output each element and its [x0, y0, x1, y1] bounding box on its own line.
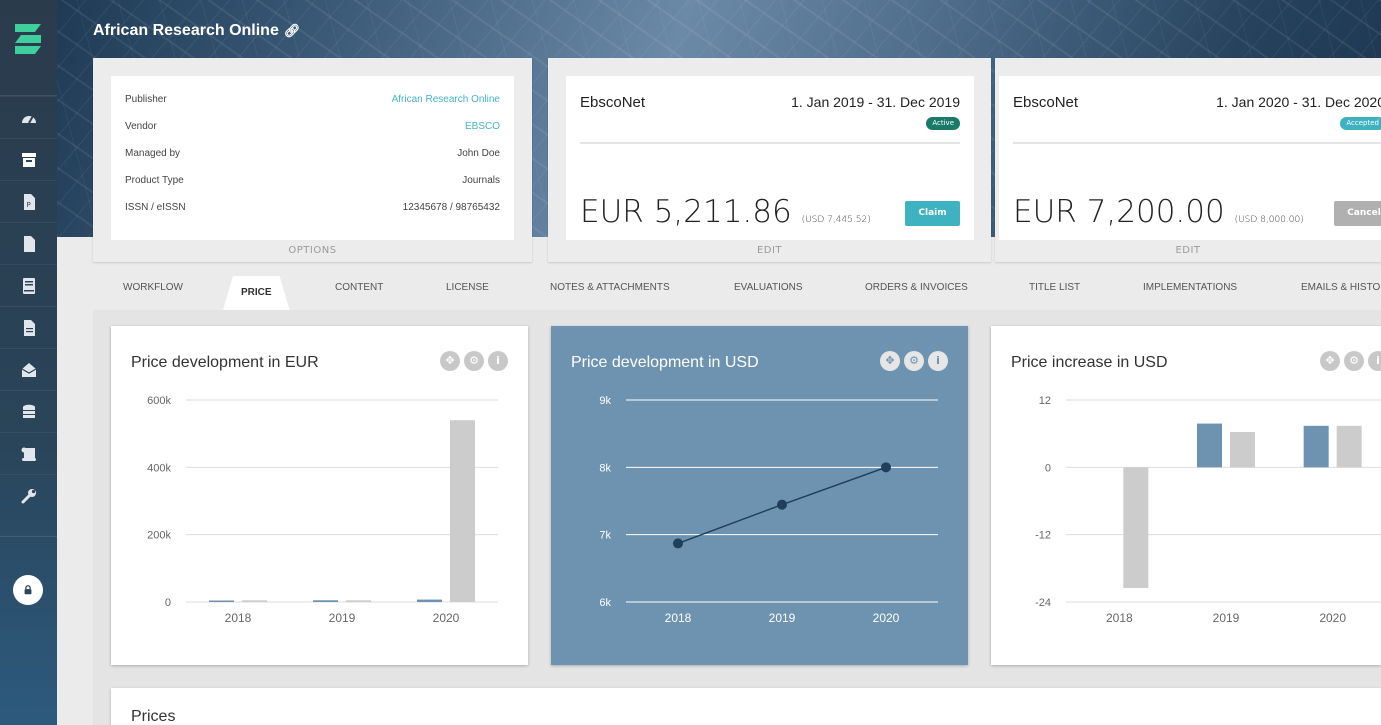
info-row-issn: ISSN / eISSN 12345678 / 98765432 — [125, 202, 500, 213]
y-tick-label: -24 — [1035, 597, 1051, 609]
envelope-open-icon[interactable] — [0, 348, 57, 390]
tab-bar: WORKFLOW PRICE CONTENT LICENSE NOTES & A… — [93, 276, 1381, 310]
tab-implementations[interactable]: IMPLEMENTATIONS — [1143, 282, 1237, 293]
y-tick-label: 400k — [147, 462, 171, 474]
svg-text:P: P — [26, 201, 30, 209]
contract-price: EUR 7,200.00 (USD 8,000.00) — [1013, 194, 1304, 230]
contract-price: EUR 5,211.86 (USD 7,445.52) — [580, 194, 871, 230]
x-tick-label: 2019 — [1213, 611, 1240, 625]
tab-license[interactable]: LICENSE — [446, 282, 489, 293]
tab-notes-attachments[interactable]: NOTES & ATTACHMENTS — [550, 282, 670, 293]
info-row-managed-by: Managed by John Doe — [125, 148, 500, 159]
bar — [1123, 467, 1149, 588]
publisher-link[interactable]: African Research Online — [392, 94, 500, 105]
scroll-icon[interactable] — [0, 432, 57, 474]
contract-panel-2019: EbscoNet 1. Jan 2019 - 31. Dec 2019 Acti… — [548, 58, 991, 262]
document-p-icon[interactable]: P — [0, 180, 57, 222]
tab-evaluations[interactable]: EVALUATIONS — [734, 282, 803, 293]
bar — [450, 420, 475, 602]
chart-card-price-usd: Price development in USD ✥ ⚙ i 6k 7k 8k 9k 201… — [551, 326, 968, 665]
tab-orders-invoices[interactable]: ORDERS & INVOICES — [865, 282, 968, 293]
options-button[interactable]: OPTIONS — [93, 240, 532, 262]
x-tick-label: 2018 — [665, 611, 692, 625]
tab-emails-history[interactable]: EMAILS & HISTORY — [1301, 282, 1381, 293]
bar — [346, 600, 371, 602]
data-point — [777, 499, 787, 510]
sidebar: P — [0, 0, 57, 725]
bar — [1336, 425, 1362, 468]
bar — [209, 600, 234, 602]
x-tick-label: 2019 — [769, 611, 796, 625]
contract-vendor: EbscoNet — [1013, 94, 1079, 111]
contract-panel-2020: EbscoNet 1. Jan 2020 - 31. Dec 2020 Acce… — [995, 58, 1381, 262]
bar — [242, 600, 267, 602]
y-tick-label: 200k — [147, 530, 171, 542]
archive-icon[interactable] — [0, 138, 57, 180]
status-badge: Active — [926, 117, 960, 130]
cancel-button[interactable]: Cancel — [1334, 201, 1381, 226]
y-tick-label: 0 — [165, 597, 171, 609]
data-point — [673, 538, 683, 549]
x-tick-label: 2020 — [1319, 611, 1346, 625]
info-row-publisher: Publisher African Research Online — [125, 94, 500, 105]
wrench-icon[interactable] — [0, 474, 57, 516]
bar — [1230, 431, 1255, 468]
app-logo[interactable] — [13, 22, 43, 56]
bar — [1197, 423, 1222, 468]
edit-button[interactable]: EDIT — [995, 240, 1381, 262]
tab-workflow[interactable]: WORKFLOW — [123, 282, 183, 293]
file-text-icon[interactable] — [0, 306, 57, 348]
y-tick-label: 8k — [599, 462, 611, 474]
x-tick-label: 2019 — [329, 611, 356, 625]
prices-card: Prices — [111, 688, 1381, 725]
chart-plot: -24 -12 0 12 2018 2019 2020 — [1035, 395, 1381, 625]
product-info-panel: Publisher African Research Online Vendor E… — [93, 58, 532, 262]
bar — [417, 599, 442, 602]
contract-dates: 1. Jan 2020 - 31. Dec 2020 — [1216, 94, 1381, 110]
edit-button[interactable]: EDIT — [548, 240, 991, 262]
tab-content[interactable]: CONTENT — [335, 282, 383, 293]
contract-vendor: EbscoNet — [580, 94, 646, 111]
bar — [313, 600, 338, 602]
y-tick-label: 0 — [1045, 462, 1051, 474]
chart-plot: 0 200k 400k 600k 2018 2019 2020 — [147, 395, 498, 625]
x-tick-label: 2020 — [433, 611, 460, 625]
chart-plot: 6k 7k 8k 9k 2018 2019 2020 — [599, 395, 938, 625]
tab-price[interactable]: PRICE — [223, 276, 290, 310]
lock-icon[interactable] — [13, 575, 43, 605]
chart-card-price-increase: Price increase in USD ✥ ⚙ i -24 -12 0 12 2018 2… — [991, 326, 1381, 665]
tab-title-list[interactable]: TITLE LIST — [1029, 282, 1080, 293]
claim-button[interactable]: Claim — [905, 201, 960, 226]
vendor-link[interactable]: EBSCO — [465, 121, 500, 132]
file-icon[interactable] — [0, 222, 57, 264]
link-icon[interactable]: 🔗︎ — [284, 23, 301, 39]
info-row-product-type: Product Type Journals — [125, 175, 500, 186]
x-tick-label: 2020 — [873, 611, 900, 625]
x-tick-label: 2018 — [1106, 611, 1133, 625]
status-badge: Accepted — [1340, 117, 1381, 130]
y-tick-label: 7k — [599, 530, 611, 542]
y-tick-label: 600k — [147, 395, 171, 407]
data-point — [881, 462, 891, 473]
x-tick-label: 2018 — [225, 611, 252, 625]
contract-dates: 1. Jan 2019 - 31. Dec 2019 — [791, 94, 960, 110]
book-icon[interactable] — [0, 264, 57, 306]
coins-icon[interactable] — [0, 390, 57, 432]
page-title: African Research Online 🔗︎ — [93, 22, 301, 39]
y-tick-label: 9k — [599, 395, 611, 407]
prices-title: Prices — [131, 708, 176, 725]
y-tick-label: 12 — [1039, 395, 1051, 407]
y-tick-label: -12 — [1035, 530, 1051, 542]
info-row-vendor: Vendor EBSCO — [125, 121, 500, 132]
bar — [1303, 425, 1329, 468]
chart-card-price-eur: Price development in EUR ✥ ⚙ i 0 200k 400k 60… — [111, 326, 528, 665]
y-tick-label: 6k — [599, 597, 611, 609]
dashboard-icon[interactable] — [0, 96, 57, 138]
